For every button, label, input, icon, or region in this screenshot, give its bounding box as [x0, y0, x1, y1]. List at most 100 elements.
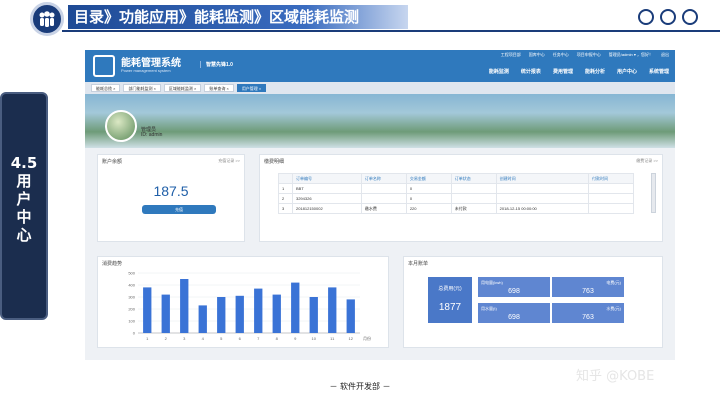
bar	[328, 287, 337, 333]
nav-item-user-center[interactable]: 用户中心	[617, 68, 637, 75]
app-subtitle: Power management system	[121, 68, 171, 73]
page-tabs: 能耗总揽 × 部门能耗监测 × 区域能耗监测 × 账单查询 × 用户管理 ×	[85, 82, 675, 94]
bar	[346, 299, 355, 333]
table-row[interactable]: 2 3294326 0	[278, 193, 634, 204]
y-tick-label: 300	[128, 295, 135, 300]
consumption-chart: 01002003004005001 2 3 4 5 6 7 8 9 10 11 12 月份	[128, 271, 371, 342]
bill-item-value: 698	[508, 288, 520, 295]
tab[interactable]: 区域能耗监测 ×	[163, 84, 202, 92]
user-menu[interactable]: 管理员/admin ▾ ，您好！	[609, 52, 653, 58]
slide-header: 目录》功能应用》能耗监测》区域能耗监测	[0, 0, 720, 36]
table-cell: 201812150002	[291, 203, 362, 214]
bar	[272, 294, 281, 333]
table-header: 订单编号	[291, 173, 362, 184]
table-cell	[588, 203, 634, 214]
table-header	[278, 173, 293, 184]
bar	[235, 295, 244, 333]
x-tick-label: 4	[202, 336, 205, 341]
table-cell: 220	[405, 203, 452, 214]
x-tick-label: 11	[330, 336, 335, 341]
bill-item-value: 763	[582, 288, 594, 295]
bill-panel: 本月账单 总费用(元) 1877 用电量(kwh) 698 电费(元) 763 …	[403, 256, 663, 348]
y-tick-label: 200	[128, 307, 135, 312]
bill-item: 用水量(t) 698	[478, 303, 550, 323]
x-tick-label: 5	[220, 336, 223, 341]
panel-title: 缴费明细	[264, 159, 285, 165]
y-tick-label: 500	[128, 271, 135, 276]
bill-item: 电费(元) 763	[552, 277, 624, 297]
util-link[interactable]: 国库中心	[529, 52, 545, 58]
table-cell	[360, 193, 407, 204]
util-link[interactable]: 工程项目部	[501, 52, 521, 58]
util-link[interactable]: 项目申报中心	[577, 52, 601, 58]
team-logo-icon	[30, 2, 64, 36]
main-nav: 能耗监测 统计报表 费用管理 能耗分析 用户中心 系统管理	[489, 68, 669, 75]
bar	[180, 279, 189, 333]
x-tick-label: 9	[294, 336, 297, 341]
window-controls	[638, 9, 698, 25]
bar	[198, 305, 207, 333]
tab[interactable]: 能耗总揽 ×	[91, 84, 121, 92]
table-cell	[588, 193, 634, 204]
panel-title: 消费趋势	[102, 261, 123, 267]
y-tick-label: 0	[133, 331, 136, 336]
table-row[interactable]: 3 201812150002 缴水费 220 未付款 2018-12-15 00…	[278, 203, 634, 214]
table-row[interactable]: 1 BBT 0	[278, 183, 634, 194]
table-header: 付款时间	[588, 173, 634, 184]
bill-item-label: 电费(元)	[606, 280, 621, 285]
bill-item-value: 763	[582, 314, 594, 321]
logout-link[interactable]: 退出	[661, 52, 669, 58]
section-char: 用	[16, 172, 32, 190]
x-axis-label: 月份	[363, 335, 371, 341]
home-logo-icon[interactable]	[93, 55, 115, 77]
tab-user-management[interactable]: 用户管理 ×	[236, 84, 267, 92]
bill-item: 用电量(kwh) 698	[478, 277, 550, 297]
table-cell	[360, 183, 407, 194]
table-cell: 0	[405, 193, 452, 204]
table-header: 订单状态	[450, 173, 497, 184]
tab[interactable]: 账单查询 ×	[204, 84, 234, 92]
bar	[217, 297, 226, 333]
bar	[161, 294, 170, 333]
panel-title: 账户余额	[102, 159, 123, 165]
util-link[interactable]: 任务中心	[553, 52, 569, 58]
x-tick-label: 2	[165, 336, 168, 341]
table-cell	[588, 183, 634, 194]
x-tick-label: 12	[349, 336, 354, 341]
circle-icon	[682, 9, 698, 25]
payment-records-link[interactable]: 缴费记录 >>	[636, 158, 658, 164]
balance-amount: 187.5	[153, 183, 189, 199]
bar	[143, 287, 152, 333]
avatar[interactable]	[105, 110, 137, 142]
nav-item[interactable]: 统计报表	[521, 68, 541, 75]
tab[interactable]: 部门能耗监测 ×	[123, 84, 161, 92]
nav-item[interactable]: 费用管理	[553, 68, 573, 75]
bill-item-label: 水费(元)	[606, 306, 621, 311]
x-tick-label: 3	[183, 336, 186, 341]
x-tick-label: 7	[257, 336, 260, 341]
consumption-panel: 消费趋势 0 100 200 300 400 500 1 2 3 4 5 6 7 8 9 10 11 12 月份	[97, 256, 389, 348]
bar	[309, 297, 318, 333]
breadcrumb: 目录》功能应用》能耗监测》区域能耗监测	[68, 5, 408, 29]
x-tick-label: 1	[146, 336, 149, 341]
table-header: 交易金额	[405, 173, 452, 184]
bar	[254, 288, 263, 333]
app-window: 能耗管理系统 Power management system 智慧先锋1.0 工…	[85, 50, 675, 360]
table-cell	[495, 193, 590, 204]
total-label: 总费用(元)	[438, 286, 462, 292]
recharge-button[interactable]: 充值	[142, 205, 216, 214]
table-cell: 缴水费	[360, 203, 407, 214]
recharge-records-link[interactable]: 充值记录 >>	[218, 158, 240, 164]
nav-item[interactable]: 能耗分析	[585, 68, 605, 75]
nav-item[interactable]: 能耗监测	[489, 68, 509, 75]
x-tick-label: 6	[239, 336, 242, 341]
table-scrollbar[interactable]	[651, 173, 656, 213]
app-version: 智慧先锋1.0	[200, 61, 233, 68]
table-header: 创建时间	[495, 173, 590, 184]
nav-item[interactable]: 系统管理	[649, 68, 669, 75]
y-tick-label: 400	[128, 283, 135, 288]
watermark: 知乎 @KOBE	[576, 369, 655, 384]
payment-table: 订单编号 订单名称 交易金额 订单状态 创建时间 付款时间 1 BBT 0 2 …	[278, 173, 634, 214]
total-value: 1877	[438, 302, 462, 313]
x-tick-label: 10	[312, 336, 317, 341]
